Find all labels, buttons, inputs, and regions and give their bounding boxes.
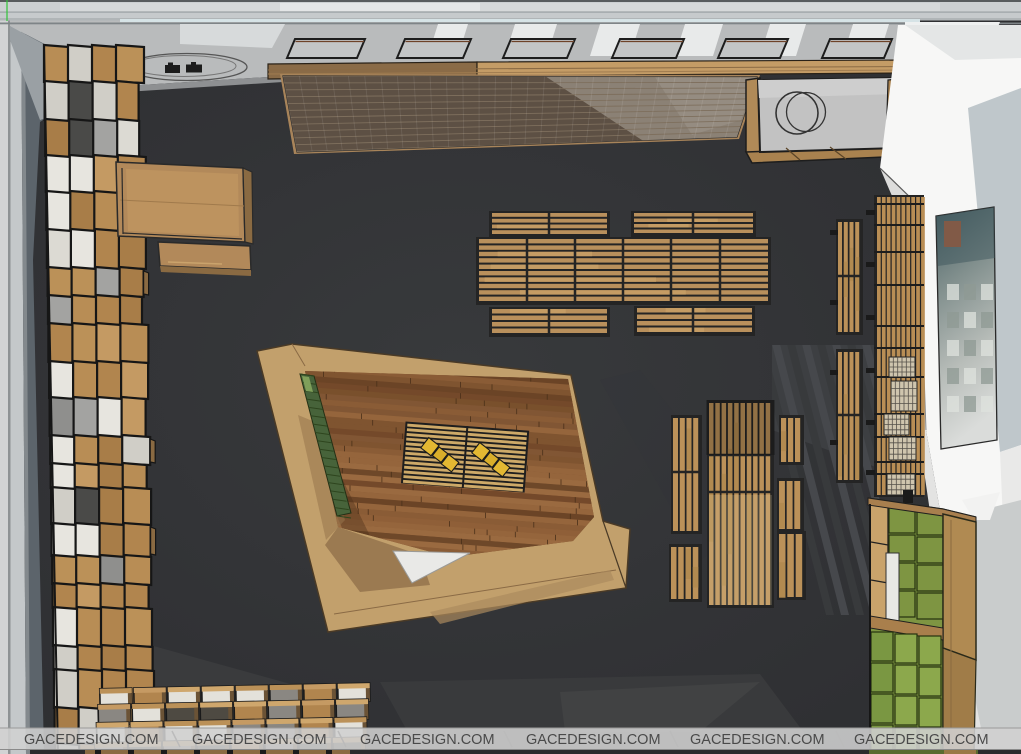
svg-text:GACEDESIGN.COM: GACEDESIGN.COM — [360, 732, 495, 748]
svg-text:GACEDESIGN.COM: GACEDESIGN.COM — [854, 732, 989, 748]
svg-text:GACEDESIGN.COM: GACEDESIGN.COM — [24, 732, 159, 748]
svg-text:GACEDESIGN.COM: GACEDESIGN.COM — [690, 732, 825, 748]
svg-text:GACEDESIGN.COM: GACEDESIGN.COM — [526, 732, 661, 748]
svg-text:GACEDESIGN.COM: GACEDESIGN.COM — [192, 732, 327, 748]
